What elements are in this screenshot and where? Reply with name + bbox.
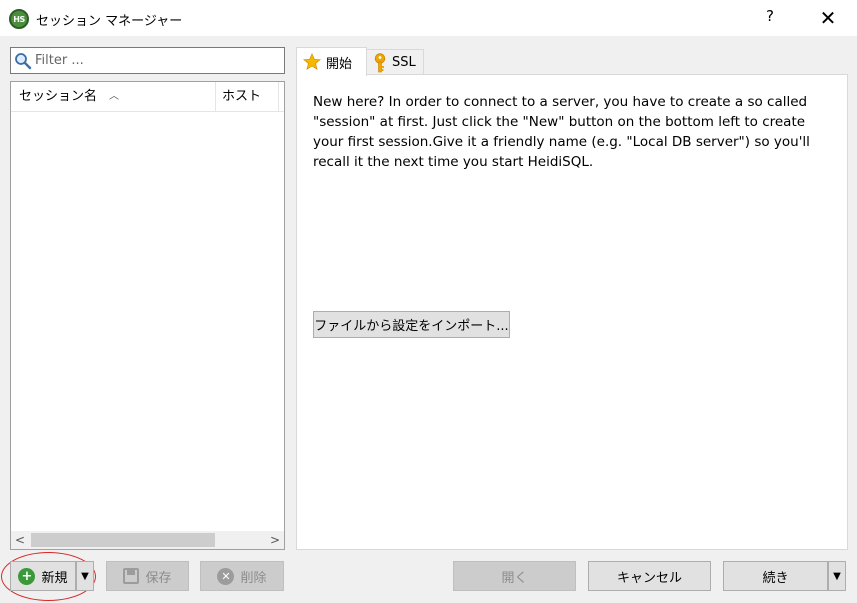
- session-list[interactable]: セッション名 ︿ ホスト < >: [10, 81, 285, 550]
- scroll-right-button[interactable]: >: [266, 531, 284, 549]
- chevron-down-icon: ▼: [81, 570, 89, 582]
- tab-label: 開始: [326, 56, 353, 72]
- continue-button[interactable]: 続き: [723, 561, 828, 591]
- scroll-left-button[interactable]: <: [11, 531, 29, 549]
- filter-input[interactable]: [35, 53, 275, 68]
- add-icon: +: [18, 567, 36, 585]
- new-button[interactable]: + 新規: [10, 561, 76, 591]
- new-dropdown-button[interactable]: ▼: [76, 561, 94, 591]
- help-button[interactable]: ?: [760, 7, 780, 25]
- column-header-label: ホスト: [222, 89, 262, 104]
- tab-start[interactable]: 開始: [296, 47, 367, 76]
- import-settings-button[interactable]: ファイルから設定をインポート...: [313, 311, 510, 338]
- tab-ssl[interactable]: SSL: [366, 49, 424, 75]
- welcome-text: New here? In order to connect to a serve…: [313, 94, 810, 170]
- delete-icon: ✕: [217, 567, 235, 585]
- filter-box[interactable]: [10, 47, 285, 74]
- save-button[interactable]: 保存: [106, 561, 189, 591]
- chevron-down-icon: ▼: [833, 570, 841, 582]
- open-button-label: 開く: [501, 570, 528, 586]
- continue-dropdown-button[interactable]: ▼: [828, 561, 846, 591]
- column-header-session-name[interactable]: セッション名 ︿: [11, 82, 216, 112]
- delete-button[interactable]: ✕ 削除: [200, 561, 284, 591]
- window-title: セッション マネージャー: [36, 14, 183, 29]
- start-tab-panel: New here? In order to connect to a serve…: [296, 74, 848, 550]
- list-header: セッション名 ︿ ホスト: [11, 82, 284, 112]
- tab-label: SSL: [392, 55, 416, 70]
- save-button-label: 保存: [145, 570, 172, 586]
- cancel-button[interactable]: キャンセル: [588, 561, 711, 591]
- open-button[interactable]: 開く: [453, 561, 576, 591]
- cancel-button-label: キャンセル: [616, 570, 682, 586]
- horizontal-scrollbar[interactable]: < >: [11, 531, 284, 549]
- sort-ascending-icon: ︿: [109, 91, 120, 102]
- continue-button-label: 続き: [762, 570, 789, 586]
- scroll-thumb[interactable]: [31, 533, 215, 547]
- key-icon: [374, 52, 386, 72]
- heidisql-app-icon: HS: [9, 9, 29, 29]
- search-icon: [14, 52, 32, 70]
- close-button[interactable]: ✕: [814, 4, 842, 32]
- import-button-label: ファイルから設定をインポート...: [314, 319, 509, 334]
- title-bar: HS セッション マネージャー ? ✕: [0, 0, 857, 36]
- save-icon: [123, 568, 140, 584]
- new-button-label: 新規: [41, 570, 68, 586]
- column-header-host[interactable]: ホスト: [216, 82, 279, 112]
- star-icon: [303, 53, 321, 70]
- delete-button-label: 削除: [240, 570, 267, 586]
- column-header-label: セッション名: [19, 89, 98, 104]
